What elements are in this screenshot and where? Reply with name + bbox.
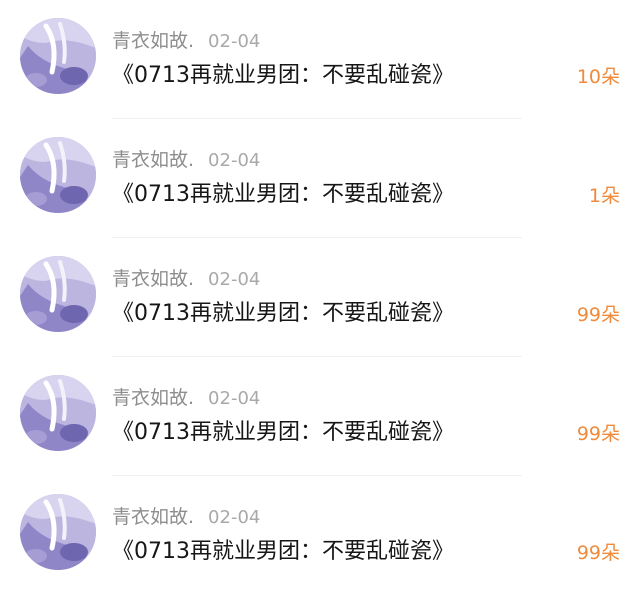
avatar[interactable]	[20, 375, 96, 451]
flower-count: 99朵	[576, 423, 620, 445]
user-name[interactable]: 青衣如故.	[112, 387, 194, 409]
avatar-illustration	[20, 18, 96, 94]
user-name[interactable]: 青衣如故.	[112, 30, 194, 52]
post-date: 02-04	[208, 507, 261, 528]
avatar[interactable]	[20, 256, 96, 332]
comment-list: 青衣如故. 02-04 《0713再就业男团：不要乱碰瓷》 10朵 青衣如故. 02…	[0, 0, 640, 594]
comment-row[interactable]: 青衣如故. 02-04 《0713再就业男团：不要乱碰瓷》 1朵	[0, 119, 640, 238]
comment-meta: 青衣如故. 02-04	[112, 385, 260, 411]
post-title[interactable]: 《0713再就业男团：不要乱碰瓷》	[112, 297, 454, 331]
post-date: 02-04	[208, 388, 261, 409]
comment-row[interactable]: 青衣如故. 02-04 《0713再就业男团：不要乱碰瓷》 99朵	[0, 238, 640, 357]
flower-count: 1朵	[588, 185, 620, 207]
post-title[interactable]: 《0713再就业男团：不要乱碰瓷》	[112, 59, 454, 93]
comment-meta: 青衣如故. 02-04	[112, 28, 260, 54]
avatar-illustration	[20, 375, 96, 451]
flower-count: 10朵	[576, 66, 620, 88]
user-name[interactable]: 青衣如故.	[112, 149, 194, 171]
user-name[interactable]: 青衣如故.	[112, 506, 194, 528]
user-name[interactable]: 青衣如故.	[112, 268, 194, 290]
comment-meta: 青衣如故. 02-04	[112, 266, 260, 292]
comment-meta: 青衣如故. 02-04	[112, 147, 260, 173]
avatar[interactable]	[20, 18, 96, 94]
post-title[interactable]: 《0713再就业男团：不要乱碰瓷》	[112, 535, 454, 569]
flower-count: 99朵	[576, 304, 620, 326]
comment-row[interactable]: 青衣如故. 02-04 《0713再就业男团：不要乱碰瓷》 99朵	[0, 476, 640, 595]
flower-count: 99朵	[576, 542, 620, 564]
avatar-illustration	[20, 137, 96, 213]
avatar[interactable]	[20, 137, 96, 213]
avatar-illustration	[20, 256, 96, 332]
post-title[interactable]: 《0713再就业男团：不要乱碰瓷》	[112, 416, 454, 450]
avatar[interactable]	[20, 494, 96, 570]
comment-meta: 青衣如故. 02-04	[112, 504, 260, 530]
comment-row[interactable]: 青衣如故. 02-04 《0713再就业男团：不要乱碰瓷》 10朵	[0, 0, 640, 119]
post-date: 02-04	[208, 150, 261, 171]
comment-row[interactable]: 青衣如故. 02-04 《0713再就业男团：不要乱碰瓷》 99朵	[0, 357, 640, 476]
post-date: 02-04	[208, 269, 261, 290]
post-date: 02-04	[208, 31, 261, 52]
avatar-illustration	[20, 494, 96, 570]
post-title[interactable]: 《0713再就业男团：不要乱碰瓷》	[112, 178, 454, 212]
